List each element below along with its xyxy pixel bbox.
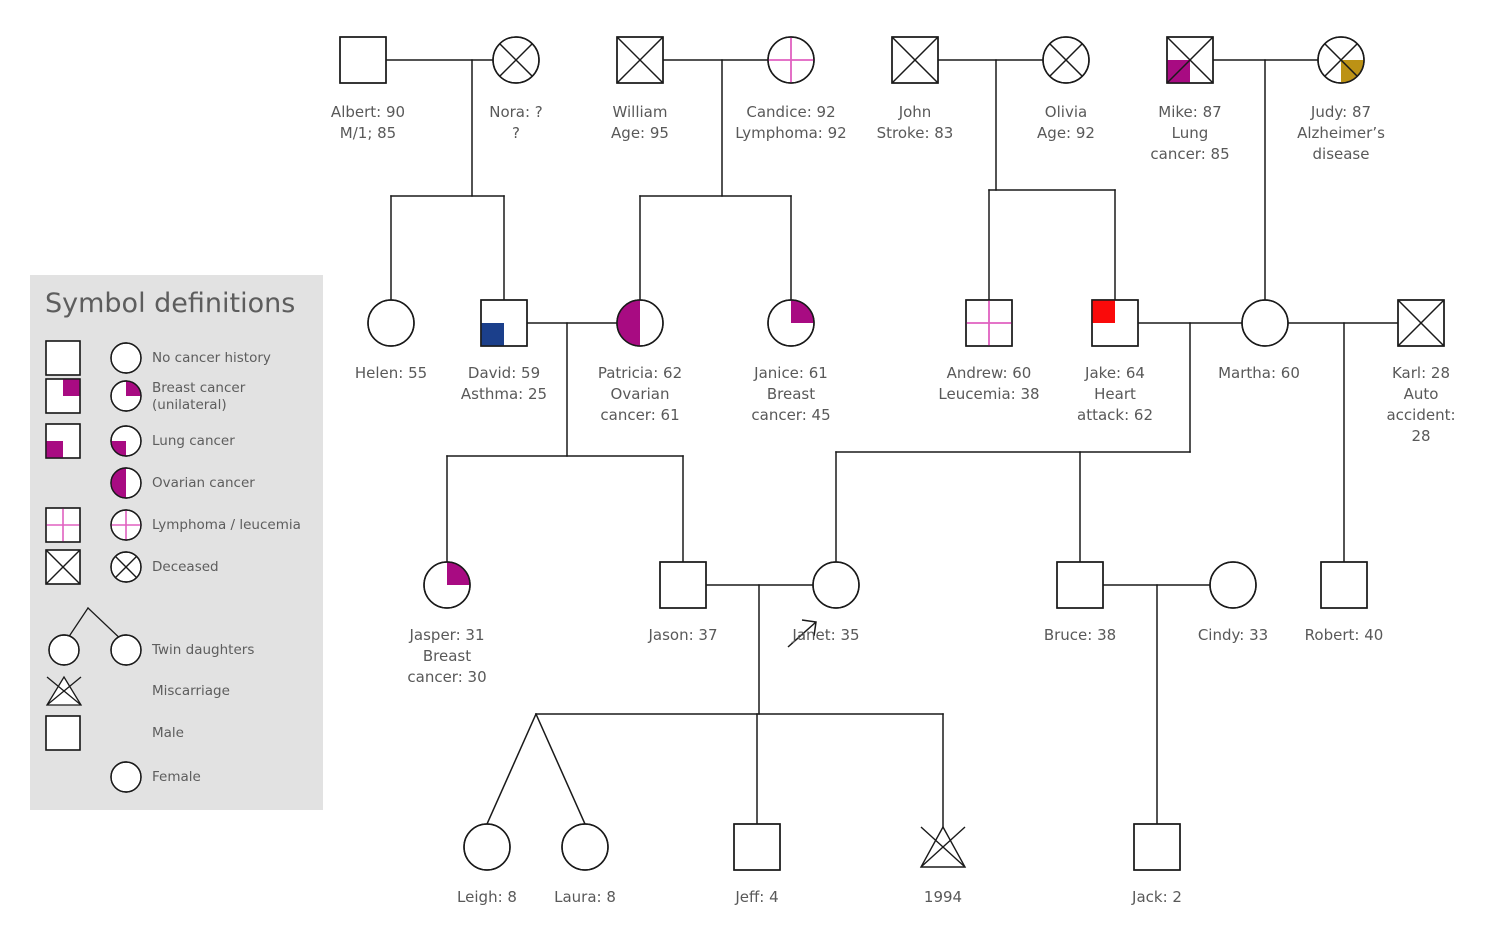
person-label-nora: Nora: ? ? <box>489 103 543 142</box>
person-symbol-david[interactable] <box>480 299 528 347</box>
person-symbol-jake[interactable] <box>1091 299 1139 347</box>
person-symbol-laura[interactable] <box>561 823 609 871</box>
person-symbol-karl[interactable] <box>1397 299 1445 347</box>
person-label-jack: Jack: 2 <box>1132 888 1182 906</box>
asthma-fill <box>481 323 504 346</box>
person-symbol-bruce[interactable] <box>1056 561 1104 609</box>
person-label-andrew: Andrew: 60 Leucemia: 38 <box>938 364 1040 403</box>
square-outline <box>1133 823 1181 871</box>
person-symbol-leigh[interactable] <box>463 823 511 871</box>
square-outline <box>659 561 707 609</box>
person-symbol-martha[interactable] <box>1241 299 1289 347</box>
person-symbol-jeff[interactable] <box>733 823 781 871</box>
square-outline <box>1320 561 1368 609</box>
person-symbol-robert[interactable] <box>1320 561 1368 609</box>
person-label-janice: Janice: 61 Breast cancer: 45 <box>751 364 831 424</box>
person-symbol-john[interactable] <box>891 36 939 84</box>
person-label-helen: Helen: 55 <box>354 364 428 382</box>
genogram-canvas: Symbol definitions No cancer history Brea… <box>0 0 1500 950</box>
person-label-leigh: Leigh: 8 <box>457 888 517 906</box>
person-symbol-mike[interactable] <box>1166 36 1214 84</box>
person-symbol-janice[interactable] <box>767 299 815 347</box>
person-label-olivia: Olivia Age: 92 <box>1037 103 1095 142</box>
person-label-robert: Robert: 40 <box>1304 626 1384 644</box>
ovarian-cancer-fill <box>617 300 640 346</box>
person-symbol-andrew[interactable] <box>964 298 1014 348</box>
person-label-cindy: Cindy: 33 <box>1197 626 1269 644</box>
person-label-david: David: 59 Asthma: 25 <box>460 364 548 403</box>
person-label-patricia: Patricia: 62 Ovarian cancer: 61 <box>597 364 683 424</box>
person-label-william: William Age: 95 <box>611 103 669 142</box>
person-symbol-nora[interactable] <box>492 36 540 84</box>
person-symbol-jason[interactable] <box>659 561 707 609</box>
person-symbol-janet[interactable] <box>812 561 860 609</box>
person-label-jake: Jake: 64 Heart attack: 62 <box>1077 364 1153 424</box>
person-label-janet: Janet: 35 <box>792 626 860 644</box>
person-symbol-albert[interactable] <box>339 36 387 84</box>
person-symbol-mc1994[interactable] <box>919 825 967 868</box>
person-label-john: John Stroke: 83 <box>876 103 954 142</box>
person-symbol-cindy[interactable] <box>1209 561 1257 609</box>
person-label-candice: Candice: 92 Lymphoma: 92 <box>735 103 847 142</box>
person-label-bruce: Bruce: 38 <box>1043 626 1117 644</box>
heart-attack-fill <box>1092 300 1115 323</box>
person-symbol-william[interactable] <box>616 36 664 84</box>
person-symbol-olivia[interactable] <box>1042 36 1090 84</box>
person-label-jasper: Jasper: 31 Breast cancer: 30 <box>407 626 487 686</box>
person-label-karl: Karl: 28 Auto accident: 28 <box>1386 364 1456 445</box>
person-symbol-patricia[interactable] <box>615 298 664 348</box>
person-symbol-judy[interactable] <box>1317 36 1365 84</box>
person-label-martha: Martha: 60 <box>1218 364 1300 382</box>
person-label-mike: Mike: 87 Lung cancer: 85 <box>1150 103 1230 163</box>
person-symbol-jasper[interactable] <box>423 561 471 609</box>
square-outline <box>733 823 781 871</box>
person-label-albert: Albert: 90 M/1; 85 <box>330 103 406 142</box>
square-outline <box>339 36 387 84</box>
person-symbol-jack[interactable] <box>1133 823 1181 871</box>
person-label-jeff: Jeff: 4 <box>735 888 779 906</box>
person-label-laura: Laura: 8 <box>554 888 616 906</box>
person-label-judy: Judy: 87 Alzheimer’s disease <box>1297 103 1385 163</box>
person-symbol-candice[interactable] <box>766 35 816 85</box>
person-label-jason: Jason: 37 <box>648 626 718 644</box>
person-label-mc1994: 1994 <box>923 888 963 906</box>
square-outline <box>1056 561 1104 609</box>
person-symbol-helen[interactable] <box>367 299 415 347</box>
